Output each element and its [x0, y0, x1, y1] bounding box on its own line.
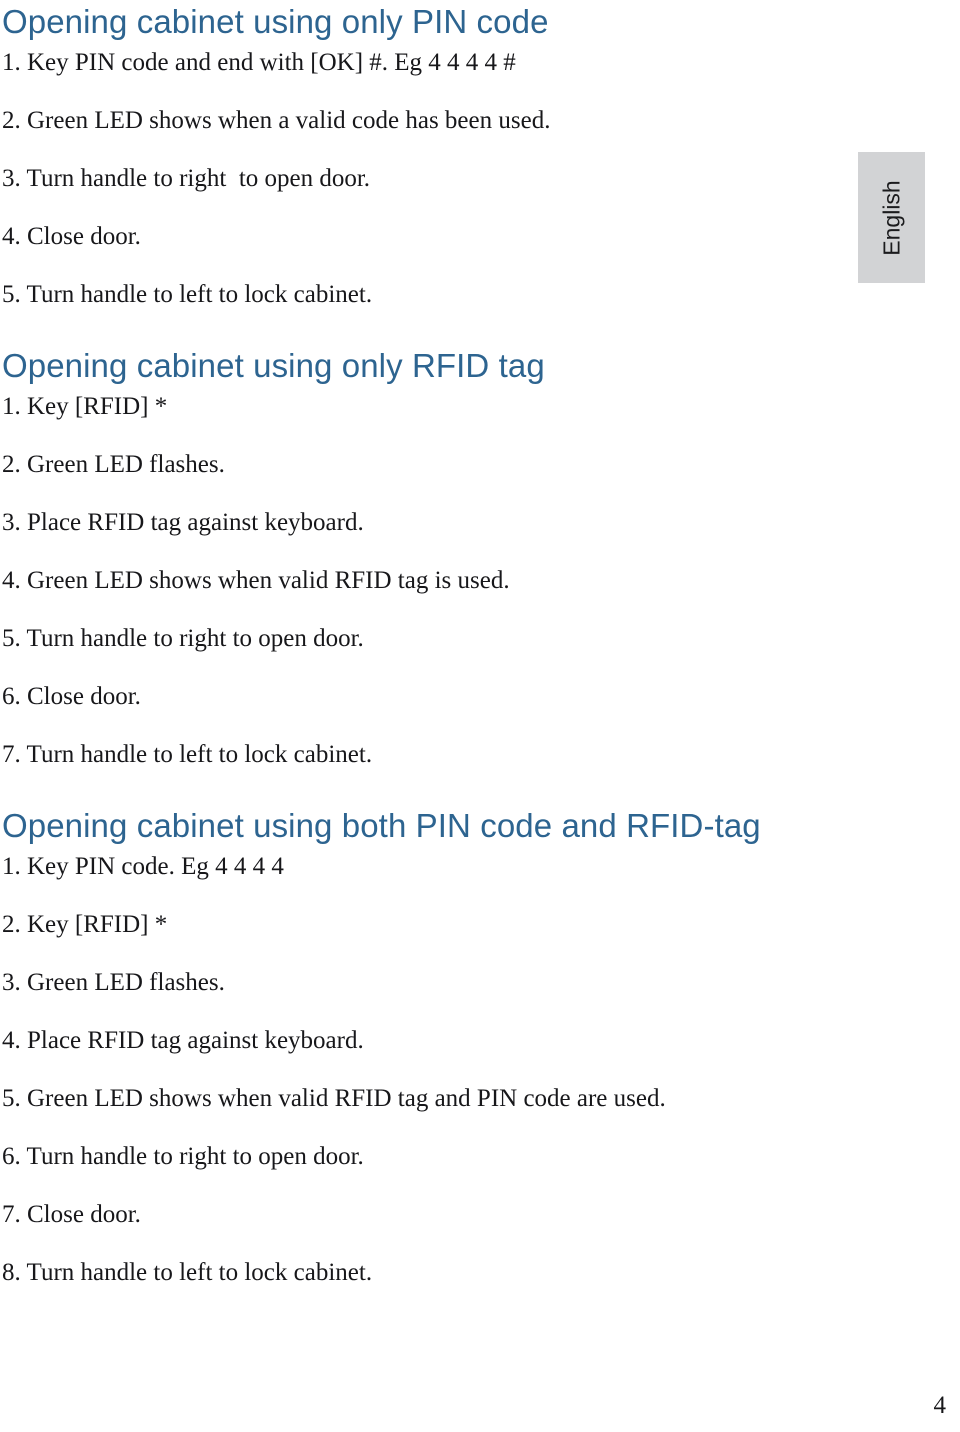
step-item: 2. Green LED flashes.: [2, 451, 225, 478]
page-content: Opening cabinet using only PIN code 1. K…: [2, 0, 862, 1288]
step-list-pin-code: 1. Key PIN code and end with [OK] #. Eg …: [2, 48, 862, 310]
page-number: 4: [933, 1392, 947, 1419]
section-heading-rfid-tag: Opening cabinet using only RFID tag: [2, 347, 545, 384]
step-item: 5. Green LED shows when valid RFID tag a…: [2, 1085, 666, 1112]
step-item: 7. Close door.: [2, 1201, 141, 1228]
section-pin-and-rfid: Opening cabinet using both PIN code and …: [2, 806, 862, 1288]
language-tab-label: English: [878, 179, 904, 256]
section-heading-pin-code: Opening cabinet using only PIN code: [2, 3, 549, 40]
step-item: 6. Close door.: [2, 683, 141, 710]
step-item: 4. Place RFID tag against keyboard.: [2, 1027, 364, 1054]
document-page: Opening cabinet using only PIN code 1. K…: [0, 0, 960, 1432]
step-item: 8. Turn handle to left to lock cabinet.: [2, 1259, 373, 1286]
step-item: 3. Green LED flashes.: [2, 969, 225, 996]
step-list-pin-and-rfid: 1. Key PIN code. Eg 4 4 4 4 2. Key [RFID…: [2, 852, 862, 1288]
step-item: 6. Turn handle to right to open door.: [2, 1143, 364, 1170]
step-item: 2. Key [RFID] *: [2, 911, 168, 938]
step-item: 2. Green LED shows when a valid code has…: [2, 107, 551, 134]
step-item: 1. Key PIN code. Eg 4 4 4 4: [2, 853, 284, 880]
step-item: 5. Turn handle to left to lock cabinet.: [2, 281, 373, 308]
section-heading-pin-and-rfid: Opening cabinet using both PIN code and …: [2, 807, 761, 844]
section-pin-code: Opening cabinet using only PIN code 1. K…: [2, 2, 862, 310]
step-list-rfid-tag: 1. Key [RFID] * 2. Green LED flashes. 3.…: [2, 392, 862, 770]
step-item: 4. Green LED shows when valid RFID tag i…: [2, 567, 510, 594]
step-item: 5. Turn handle to right to open door.: [2, 625, 364, 652]
step-item: 3. Turn handle to right to open door.: [2, 165, 371, 192]
step-item: 7. Turn handle to left to lock cabinet.: [2, 741, 373, 768]
section-rfid-tag: Opening cabinet using only RFID tag 1. K…: [2, 346, 862, 770]
step-item: 1. Key PIN code and end with [OK] #. Eg …: [2, 49, 516, 76]
step-item: 3. Place RFID tag against keyboard.: [2, 509, 364, 536]
language-tab: English: [858, 152, 925, 283]
step-item: 4. Close door.: [2, 223, 141, 250]
step-item: 1. Key [RFID] *: [2, 393, 168, 420]
